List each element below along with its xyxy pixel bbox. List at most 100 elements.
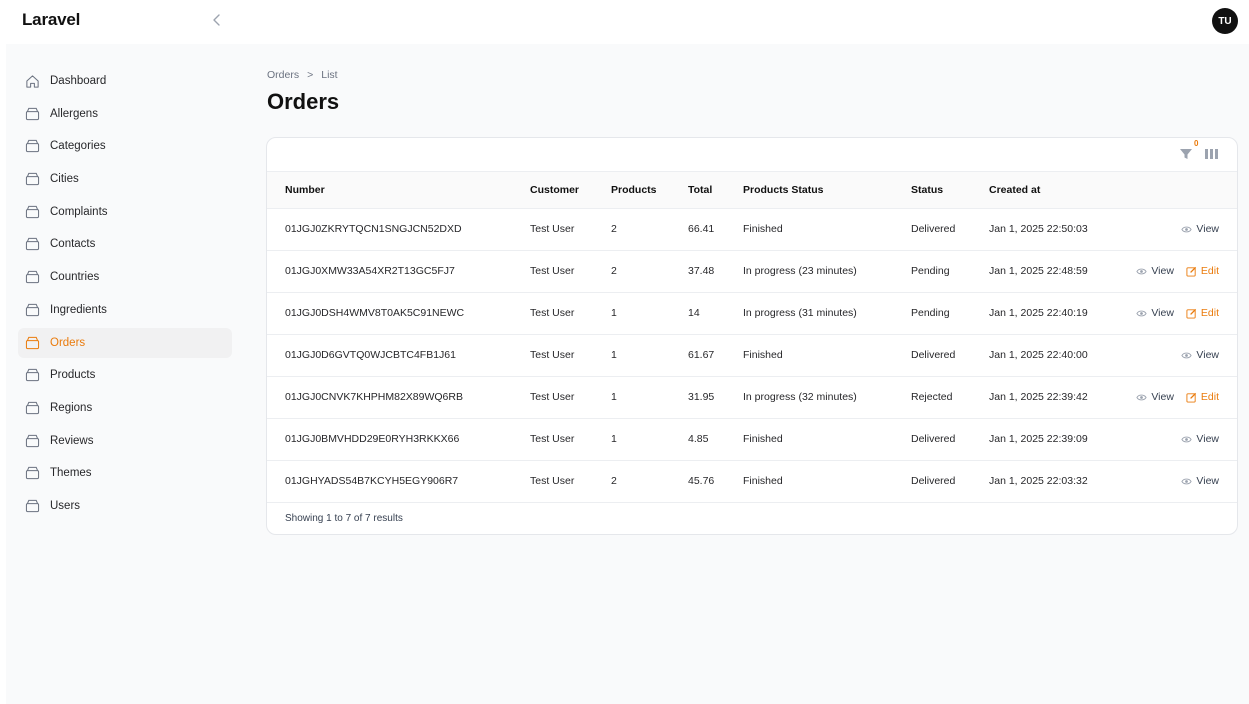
edit-button[interactable]: Edit — [1186, 391, 1219, 403]
box-icon — [24, 400, 40, 416]
user-avatar[interactable]: TU — [1212, 8, 1238, 34]
filter-button[interactable] — [1179, 147, 1195, 163]
cell-products-status: Finished — [743, 208, 911, 251]
edit-button[interactable]: Edit — [1186, 265, 1219, 277]
sidebar-item-users[interactable]: Users — [18, 491, 232, 521]
cell-status: Rejected — [911, 376, 989, 419]
sidebar-item-dashboard[interactable]: Dashboard — [18, 66, 232, 96]
eye-icon — [1136, 309, 1147, 318]
box-icon — [24, 269, 40, 285]
cell-total: 4.85 — [688, 418, 743, 461]
orders-table-card: 0 Number Customer Products Total Product… — [266, 137, 1238, 535]
table-row[interactable]: 01JGJ0D6GVTQ0WJCBTC4FB1J61 Test User 1 61.6… — [267, 334, 1237, 377]
sidebar-item-orders[interactable]: Orders — [18, 327, 232, 358]
cell-number: 01JGJ0DSH4WMV8T0AK5C91NEWC — [267, 292, 530, 335]
view-button[interactable]: View — [1136, 265, 1174, 277]
sidebar-item-reviews[interactable]: Reviews — [18, 426, 232, 456]
sidebar-item-label: Regions — [50, 401, 93, 414]
cell-total: 37.48 — [688, 250, 743, 293]
view-label: View — [1151, 307, 1174, 319]
cell-customer: Test User — [530, 376, 611, 419]
sidebar-item-allergens[interactable]: Allergens — [18, 99, 232, 129]
cell-status: Delivered — [911, 418, 989, 461]
table-row[interactable]: 01JGJ0XMW33A54XR2T13GC5FJ7 Test User 2 37.4… — [267, 250, 1237, 293]
cell-customer: Test User — [530, 418, 611, 461]
box-icon — [24, 367, 40, 383]
cell-number: 01JGJ0XMW33A54XR2T13GC5FJ7 — [267, 250, 530, 293]
box-icon — [24, 335, 40, 351]
header-number[interactable]: Number — [267, 172, 530, 209]
box-icon — [24, 204, 40, 220]
top-bar: Laravel TU — [0, 0, 1249, 44]
home-icon — [24, 73, 40, 89]
edit-icon — [1186, 266, 1197, 277]
sidebar-item-label: Themes — [50, 467, 92, 480]
eye-icon — [1136, 267, 1147, 276]
cell-customer: Test User — [530, 250, 611, 293]
cell-products-status: Finished — [743, 418, 911, 461]
edit-label: Edit — [1200, 391, 1219, 403]
table-toolbar: 0 — [267, 138, 1237, 172]
cell-created-at: Jan 1, 2025 22:50:03 — [989, 208, 1138, 251]
header-products[interactable]: Products — [611, 172, 688, 209]
column-toggle-button[interactable] — [1204, 147, 1220, 163]
sidebar-item-ingredients[interactable]: Ingredients — [18, 295, 232, 325]
breadcrumb-separator: > — [307, 69, 314, 81]
chevron-left-icon — [213, 14, 220, 26]
header-created-at[interactable]: Created at — [989, 172, 1138, 209]
eye-icon — [1181, 435, 1193, 444]
table-row[interactable]: 01JGJ0DSH4WMV8T0AK5C91NEWC Test User 1 14 In… — [267, 292, 1237, 335]
edit-button[interactable]: Edit — [1186, 307, 1219, 319]
sidebar-item-contacts[interactable]: Contacts — [18, 229, 232, 259]
cell-customer: Test User — [530, 208, 611, 251]
view-label: View — [1151, 391, 1174, 403]
box-icon — [24, 138, 40, 154]
sidebar-item-label: Products — [50, 369, 96, 382]
cell-products-status: In progress (31 minutes) — [743, 292, 911, 335]
header-customer[interactable]: Customer — [530, 172, 611, 209]
eye-icon — [1181, 351, 1193, 360]
table-row[interactable]: 01JGJ0CNVK7KHPHM82X89WQ6RB Test User 1 31.9… — [267, 376, 1237, 419]
cell-total: 61.67 — [688, 334, 743, 377]
cell-status: Delivered — [911, 208, 989, 251]
cell-status: Pending — [911, 250, 989, 293]
sidebar-item-themes[interactable]: Themes — [18, 458, 232, 488]
header-total[interactable]: Total — [688, 172, 743, 209]
header-actions — [1138, 172, 1237, 209]
header-products-status[interactable]: Products Status — [743, 172, 911, 209]
breadcrumb-orders-link[interactable]: Orders — [267, 69, 299, 81]
table-row[interactable]: 01JGHYADS54B7KCYH5EGY906R7 Test User 2 45.7… — [267, 460, 1237, 503]
brand-logo[interactable]: Laravel — [22, 10, 80, 30]
table-row[interactable]: 01JGJ0ZKRYTQCN1SNGJCN52DXD Test User 2 66.4… — [267, 208, 1237, 251]
cell-number: 01JGJ0ZKRYTQCN1SNGJCN52DXD — [267, 208, 530, 251]
cell-number: 01JGHYADS54B7KCYH5EGY906R7 — [267, 460, 530, 503]
cell-status: Delivered — [911, 460, 989, 503]
sidebar-item-complaints[interactable]: Complaints — [18, 197, 232, 227]
cell-created-at: Jan 1, 2025 22:03:32 — [989, 460, 1138, 503]
sidebar-collapse-button[interactable] — [206, 9, 228, 31]
view-button[interactable]: View — [1181, 433, 1219, 445]
view-button[interactable]: View — [1136, 391, 1174, 403]
view-button[interactable]: View — [1136, 307, 1174, 319]
view-button[interactable]: View — [1181, 349, 1219, 361]
box-icon — [24, 465, 40, 481]
sidebar-item-products[interactable]: Products — [18, 360, 232, 390]
cell-created-at: Jan 1, 2025 22:48:59 — [989, 250, 1138, 293]
sidebar-item-regions[interactable]: Regions — [18, 393, 232, 423]
eye-icon — [1181, 225, 1193, 234]
sidebar-item-categories[interactable]: Categories — [18, 131, 232, 161]
cell-actions: View Edit — [1136, 376, 1237, 419]
cell-products-status: Finished — [743, 460, 911, 503]
cell-products: 1 — [611, 292, 688, 335]
view-button[interactable]: View — [1181, 475, 1219, 487]
cell-total: 66.41 — [688, 208, 743, 251]
cell-created-at: Jan 1, 2025 22:39:09 — [989, 418, 1138, 461]
table-row[interactable]: 01JGJ0BMVHDD29E0RYH3RKKX66 Test User 1 4.85… — [267, 418, 1237, 461]
header-status[interactable]: Status — [911, 172, 989, 209]
sidebar-item-countries[interactable]: Countries — [18, 262, 232, 292]
view-button[interactable]: View — [1181, 223, 1219, 235]
sidebar-item-cities[interactable]: Cities — [18, 164, 232, 194]
cell-products-status: In progress (32 minutes) — [743, 376, 911, 419]
cell-products-status: In progress (23 minutes) — [743, 250, 911, 293]
view-label: View — [1196, 433, 1219, 445]
